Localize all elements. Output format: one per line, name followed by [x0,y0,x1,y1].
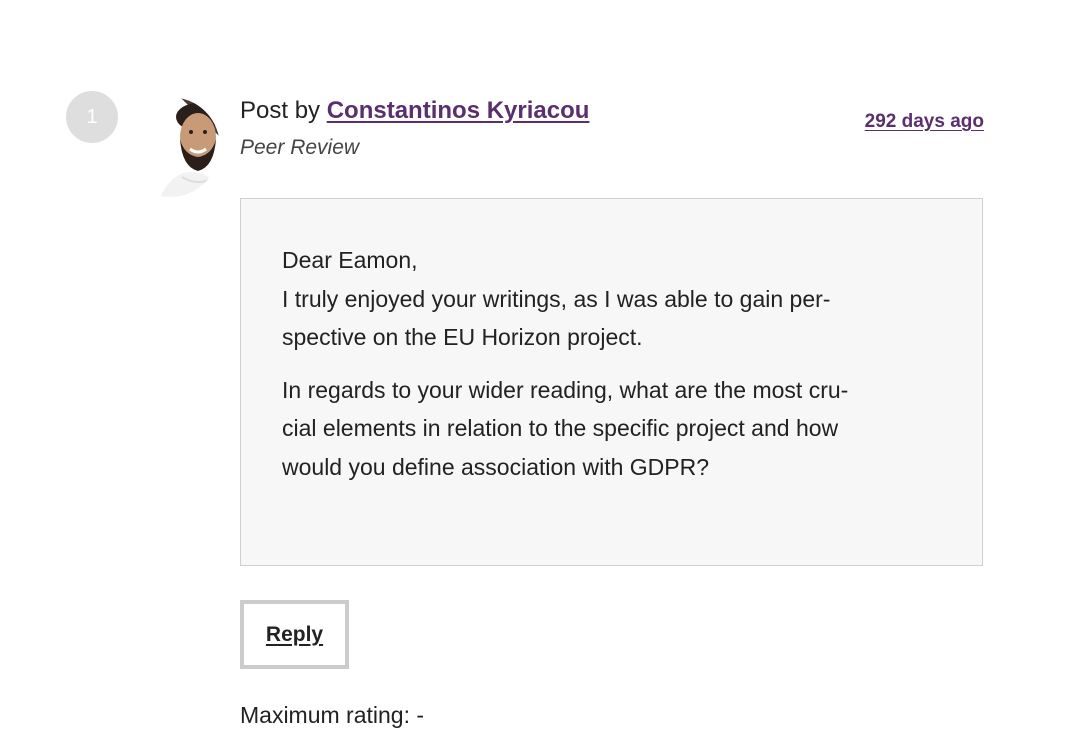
post-by-label: Post by [240,97,321,124]
avatar-photo-icon [120,97,220,197]
avatar[interactable] [120,97,220,197]
message-paragraph-1: Dear Eamon, I truly enjoyed your writing… [282,247,831,350]
forum-post: 1 Post by Constantinos Kyriacou Peer Rev… [0,0,1086,754]
author-link[interactable]: Constantinos Kyriacou [327,97,590,124]
message-greeting: Dear Eamon, [282,247,418,273]
post-type-label: Peer Review [240,136,360,159]
post-message-box: Dear Eamon, I truly enjoyed your writing… [240,198,983,566]
message-paragraph-2: In regards to your wider reading, what a… [282,376,849,480]
rating-text: Maximum rating: - [240,702,425,728]
post-time-link[interactable]: 292 days ago [865,111,984,133]
post-header: Post by Constantinos Kyriacou [240,96,589,126]
reply-button[interactable]: Reply [240,600,349,669]
post-number-badge: 1 [66,91,118,143]
